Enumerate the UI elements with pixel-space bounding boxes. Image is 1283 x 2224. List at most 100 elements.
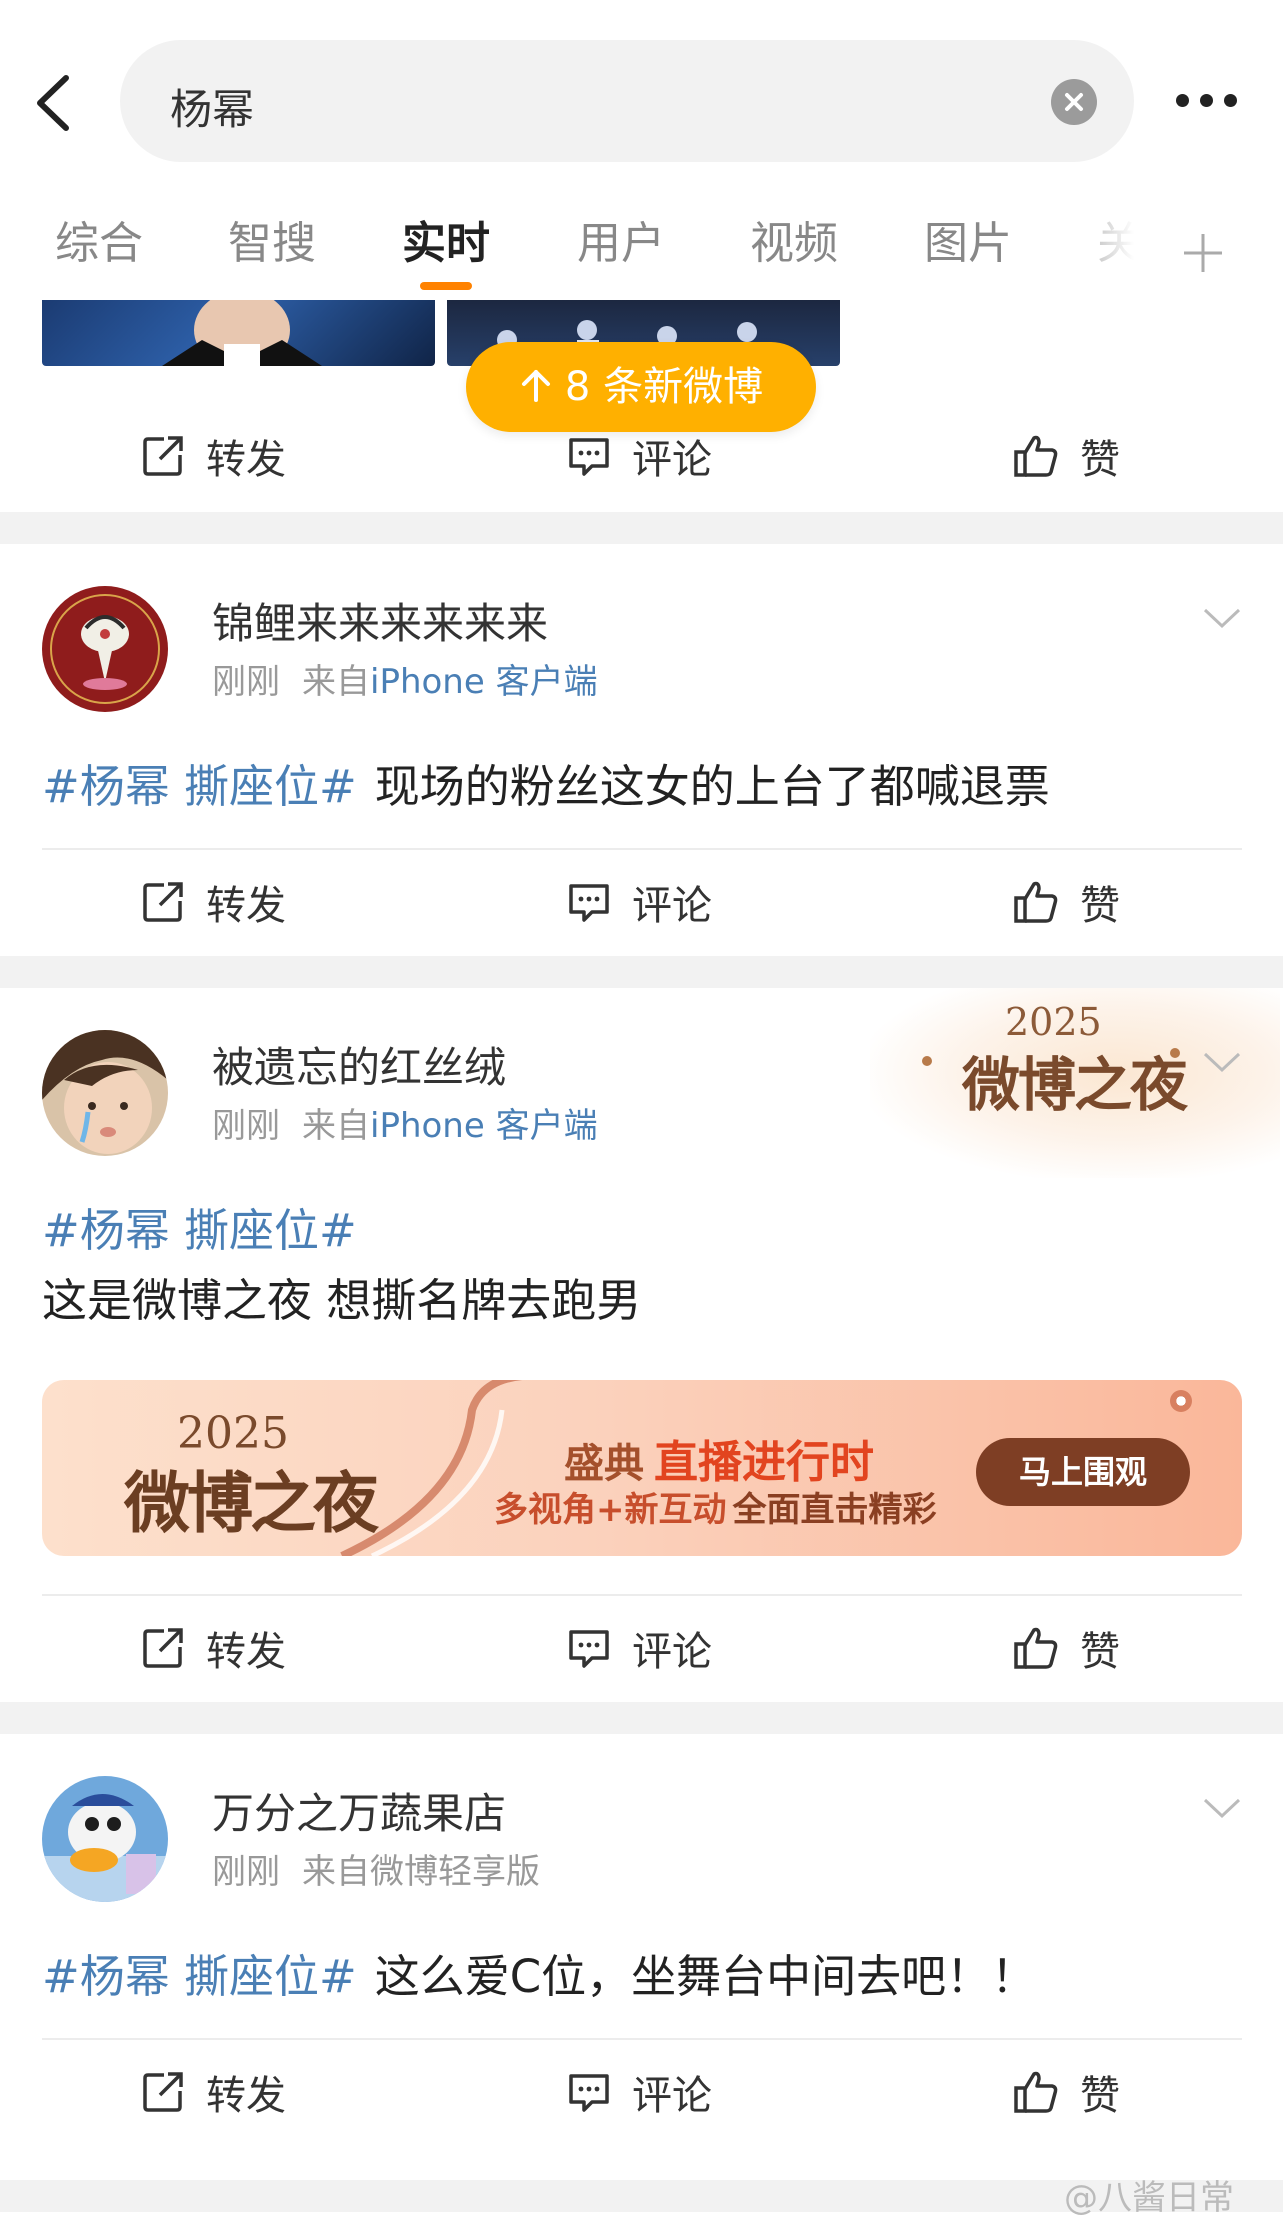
post-menu-button[interactable] (1202, 1796, 1242, 1820)
post-time: 刚刚 (212, 1852, 280, 1892)
post-card: 万分之万蔬果店 刚刚 来自微博轻享版 #杨幂 撕座位# 这么爱C位，坐舞台中间去吧！… (0, 1734, 1283, 2180)
sparkle-icon (1170, 1048, 1180, 1058)
more-dot (1224, 94, 1237, 107)
like-button[interactable]: 赞 (1012, 404, 1120, 508)
event-badge[interactable]: 2025 微博之夜 (870, 988, 1280, 1178)
avatar[interactable] (42, 1030, 168, 1156)
repost-icon (143, 2072, 183, 2112)
comment-button[interactable]: 评论 (566, 1596, 712, 1700)
username[interactable]: 锦鲤来来来来来来 (212, 590, 548, 651)
repost-button[interactable]: 转发 (140, 404, 286, 508)
source-prefix: 来自 (302, 1106, 370, 1146)
post-text: #杨幂 撕座位# 现场的粉丝这女的上台了都喊退票 (42, 750, 1050, 815)
comment-button[interactable]: 评论 (566, 850, 712, 954)
comment-label: 评论 (632, 437, 712, 483)
repost-icon (143, 1628, 183, 1668)
thumbs-up-icon (1014, 1627, 1058, 1669)
add-tab-button[interactable] (1180, 230, 1226, 276)
avatar-image (42, 586, 168, 712)
more-dot (1200, 94, 1213, 107)
source-client[interactable]: iPhone 客户端 (370, 1106, 598, 1146)
watch-now-button[interactable]: 马上围观 (976, 1438, 1190, 1506)
post-hashtag-line: #杨幂 撕座位# (42, 1194, 375, 1259)
new-posts-label: 8 条新微博 (564, 364, 764, 410)
sparkle-icon (922, 1056, 932, 1066)
promo-subline-a: 多视角+新互动 (494, 1490, 727, 1530)
repost-label: 转发 (206, 437, 286, 483)
post-meta: 刚刚 来自iPhone 客户端 (212, 1098, 598, 1147)
plus-icon (1184, 234, 1222, 272)
promo-title: 微博之夜 (124, 1464, 379, 1542)
repost-label: 转发 (206, 1629, 286, 1675)
chevron-down-icon (1203, 1052, 1241, 1073)
post-menu-button[interactable] (1202, 606, 1242, 630)
image-content (162, 300, 322, 366)
username[interactable]: 被遗忘的红丝绒 (212, 1034, 506, 1095)
like-button[interactable]: 赞 (1012, 850, 1120, 954)
comment-icon (569, 438, 609, 476)
like-button[interactable]: 赞 (1012, 2040, 1120, 2144)
promo-headline-b: 直播进行时 (654, 1437, 874, 1488)
post-time: 刚刚 (212, 1106, 280, 1146)
repost-label: 转发 (206, 2073, 286, 2119)
search-tabs: 综合 智搜 实时 用户 视频 图片 关 (0, 200, 1283, 300)
post-actions: 转发 评论 赞 (0, 2040, 1283, 2144)
post-body: 现场的粉丝这女的上台了都喊退票 (374, 760, 1050, 813)
comment-icon (569, 2074, 609, 2112)
post-time: 刚刚 (212, 662, 280, 702)
post-body: 这么爱C位，坐舞台中间去吧！！ (374, 1950, 1037, 2003)
post-card: 2025 微博之夜 被遗忘的红丝绒 刚刚 来自iPhone 客户端 #杨幂 撕座位… (0, 988, 1283, 1702)
tab-videos[interactable]: 视频 (750, 214, 838, 274)
promo-ornament-icon (1170, 1390, 1192, 1412)
search-query: 杨幂 (170, 85, 255, 134)
new-posts-banner[interactable]: 8 条新微博 (466, 342, 816, 432)
post-actions: 转发 评论 赞 (0, 850, 1283, 954)
chevron-down-icon (1203, 608, 1241, 629)
more-options-button[interactable] (1172, 88, 1242, 114)
tab-realtime[interactable]: 实时 (402, 214, 490, 274)
post-card: 锦鲤来来来来来来 刚刚 来自iPhone 客户端 #杨幂 撕座位# 现场的粉丝这女的… (0, 544, 1283, 956)
more-dots-icon (1176, 94, 1189, 107)
username[interactable]: 万分之万蔬果店 (212, 1780, 506, 1841)
comment-icon (569, 1630, 609, 1668)
comment-icon (569, 884, 609, 922)
watermark: @八酱日常 (1064, 2178, 1234, 2218)
chevron-down-icon (1203, 1798, 1241, 1819)
tab-users[interactable]: 用户 (577, 214, 665, 274)
active-tab-indicator (420, 282, 472, 290)
like-label: 赞 (1080, 883, 1120, 929)
avatar[interactable] (42, 586, 168, 712)
promo-headline: 盛典 直播进行时 (564, 1426, 874, 1490)
tab-comprehensive[interactable]: 综合 (55, 214, 143, 274)
source-client[interactable]: iPhone 客户端 (370, 662, 598, 702)
repost-button[interactable]: 转发 (140, 2040, 286, 2144)
hashtag-link[interactable]: #杨幂 撕座位# (42, 1950, 357, 2003)
avatar-image (42, 1030, 168, 1156)
clear-search-button[interactable] (1051, 79, 1097, 125)
post-meta: 刚刚 来自iPhone 客户端 (212, 654, 598, 703)
event-promo-banner[interactable]: 2025 微博之夜 盛典 直播进行时 多视角+新互动 全面直击精彩 马上围观 (42, 1380, 1242, 1556)
post-actions: 转发 评论 赞 (0, 1596, 1283, 1700)
comment-label: 评论 (632, 883, 712, 929)
repost-button[interactable]: 转发 (140, 850, 286, 954)
comment-button[interactable]: 评论 (566, 2040, 712, 2144)
hashtag-link[interactable]: #杨幂 撕座位# (42, 760, 357, 813)
like-button[interactable]: 赞 (1012, 1596, 1120, 1700)
source-prefix: 来自 (302, 1852, 370, 1892)
repost-label: 转发 (206, 883, 286, 929)
tab-smart-search[interactable]: 智搜 (228, 214, 316, 274)
post-menu-button[interactable] (1202, 1050, 1242, 1074)
back-button[interactable] (28, 68, 80, 138)
repost-icon (143, 436, 183, 476)
source-client[interactable]: 微博轻享版 (370, 1852, 540, 1892)
comment-label: 评论 (632, 1629, 712, 1675)
source-prefix: 来自 (302, 662, 370, 702)
post-image-thumbnail[interactable] (42, 300, 435, 366)
search-input[interactable]: 杨幂 (120, 40, 1134, 162)
tab-images[interactable]: 图片 (924, 214, 1012, 274)
repost-button[interactable]: 转发 (140, 1596, 286, 1700)
close-icon (1065, 93, 1083, 111)
avatar[interactable] (42, 1776, 168, 1902)
hashtag-link[interactable]: #杨幂 撕座位# (42, 1204, 357, 1257)
thumbs-up-icon (1014, 2071, 1058, 2113)
